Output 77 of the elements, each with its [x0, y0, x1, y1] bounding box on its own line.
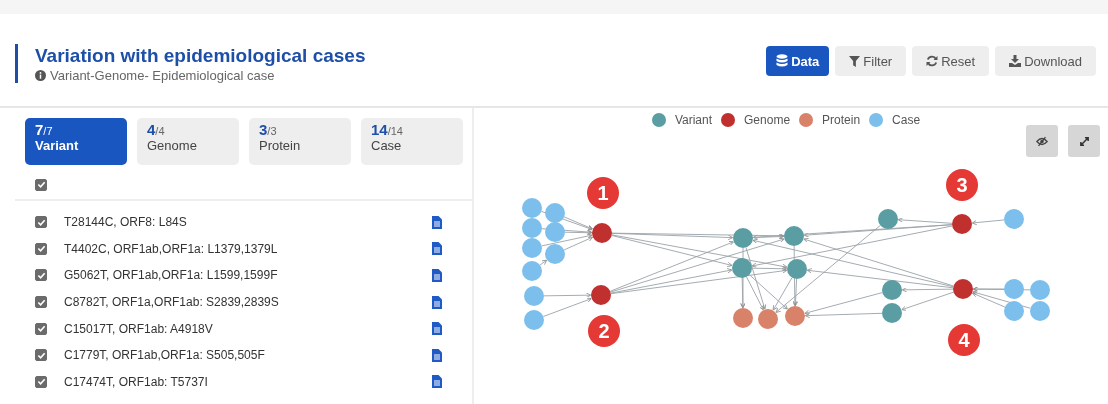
download-icon	[1009, 55, 1022, 67]
number-badge: 3	[946, 169, 978, 201]
number-badge: 4	[948, 324, 980, 356]
toolbar-button[interactable]: Reset	[912, 46, 990, 76]
graph-node[interactable]	[524, 310, 544, 330]
variant-label: C17474T, ORF1ab: T5737I	[64, 374, 209, 389]
document-icon[interactable]	[432, 215, 442, 229]
refresh-icon	[926, 55, 939, 67]
graph-node[interactable]	[545, 244, 565, 264]
graph-node[interactable]	[524, 286, 544, 306]
graph-node[interactable]	[952, 214, 972, 234]
filter-icon	[849, 55, 861, 67]
document-icon[interactable]	[432, 295, 442, 309]
toolbar-button[interactable]: Download	[995, 46, 1096, 76]
hidden-eye-icon	[1036, 135, 1048, 147]
variant-checkbox[interactable]	[35, 296, 47, 309]
graph-node[interactable]	[545, 222, 565, 242]
variant-label: T28144C, ORF8: L84S	[64, 215, 188, 230]
variant-checkbox[interactable]	[35, 322, 47, 335]
toolbar-button[interactable]: Data	[766, 46, 830, 76]
legend-label[interactable]: Variant	[674, 113, 713, 127]
graph-node[interactable]	[784, 226, 804, 246]
graph-node[interactable]	[733, 228, 753, 248]
fullscreen-button[interactable]	[1068, 125, 1100, 157]
graph-node[interactable]	[522, 198, 542, 218]
legend-label[interactable]: Genome	[744, 113, 791, 127]
graph-node[interactable]	[1004, 279, 1024, 299]
document-icon[interactable]	[432, 269, 442, 282]
graph-node[interactable]	[732, 258, 752, 278]
variant-checkbox[interactable]	[35, 375, 47, 388]
graph-node[interactable]	[733, 308, 753, 328]
graph-node[interactable]	[785, 306, 805, 326]
hide-button[interactable]	[1026, 125, 1058, 157]
variant-checkbox[interactable]	[35, 349, 47, 362]
panel-title: Variation with epidemiological cases	[35, 44, 366, 68]
graph-node[interactable]	[545, 203, 565, 223]
variant-label: T4402C, ORF1ab,ORF1a: L1379,1379L	[64, 241, 279, 256]
variant-label: C15017T, ORF1ab: A4918V	[64, 321, 214, 336]
graph-node[interactable]	[1030, 301, 1050, 321]
legend-label[interactable]: Case	[892, 113, 921, 127]
graph-node[interactable]	[522, 238, 542, 258]
category-tab[interactable]: 7/7 Variant	[25, 118, 127, 165]
legend-label[interactable]: Protein	[822, 113, 861, 127]
graph-node[interactable]	[522, 218, 542, 238]
category-tab[interactable]: 3/3 Protein	[249, 118, 351, 165]
graph-node[interactable]	[592, 223, 612, 243]
select-all-checkbox[interactable]	[35, 178, 47, 191]
graph-node[interactable]	[787, 259, 807, 279]
graph-node[interactable]	[882, 280, 902, 300]
variant-checkbox[interactable]	[35, 216, 47, 229]
toolbar-button[interactable]: Filter	[835, 46, 907, 76]
category-tab[interactable]: 4/4 Genome	[137, 118, 239, 165]
variant-label: C8782T, ORF1a,ORF1ab: S2839,2839S	[64, 295, 280, 310]
graph-node[interactable]	[1030, 280, 1050, 300]
variant-checkbox[interactable]	[35, 269, 47, 282]
graph-node[interactable]	[878, 209, 898, 229]
variant-label: G5062T, ORF1ab,ORF1a: L1599,1599F	[64, 268, 279, 283]
graph-node[interactable]	[522, 261, 542, 281]
graph-node[interactable]	[591, 285, 611, 305]
graph-node[interactable]	[882, 303, 902, 323]
number-badge: 1	[587, 177, 619, 209]
variant-checkbox[interactable]	[35, 242, 47, 255]
document-icon[interactable]	[432, 242, 442, 256]
database-icon	[776, 54, 789, 68]
graph-node[interactable]	[1004, 301, 1024, 321]
variant-label: C1779T, ORF1ab,ORF1a: S505,505F	[64, 348, 266, 363]
graph-node[interactable]	[1004, 209, 1024, 229]
document-icon[interactable]	[432, 375, 442, 389]
document-icon[interactable]	[432, 322, 442, 336]
number-badge: 2	[588, 315, 620, 347]
info-icon	[35, 70, 46, 81]
graph-node[interactable]	[758, 309, 778, 329]
document-icon[interactable]	[432, 348, 442, 362]
graph-node[interactable]	[953, 279, 973, 299]
panel-subtitle: Variant-Genome- Epidemiological case	[50, 68, 275, 83]
category-tab[interactable]: 14/14 Case	[361, 118, 463, 165]
expand-icon	[1078, 135, 1090, 147]
